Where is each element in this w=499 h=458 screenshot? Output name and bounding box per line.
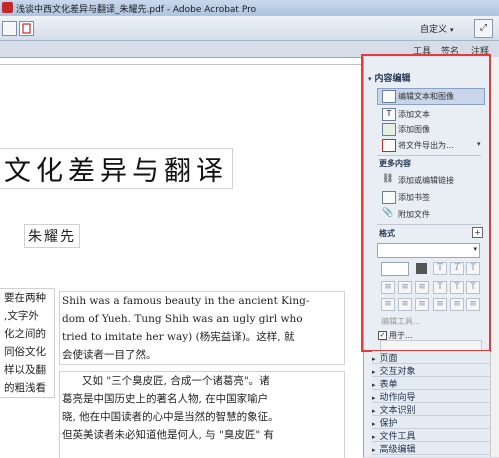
expand-triangle-icon: ▸ (372, 381, 376, 389)
para-line: Shih was a famous beauty in the ancient … (62, 295, 310, 307)
highlight-rectangle (361, 54, 491, 352)
page-top-border (0, 64, 363, 65)
para-line: 但英美读者未必知道他是何人, 与 "臭皮匠" 有 (62, 429, 275, 441)
section-forms[interactable]: ▸ 表单 (372, 377, 490, 390)
expand-triangle-icon: ▸ (372, 446, 376, 454)
red-doc-icon (22, 23, 31, 34)
section-text-recognition[interactable]: ▸ 文本识别 (372, 403, 490, 416)
expand-triangle-icon: ▸ (372, 407, 376, 415)
form-tool-icon[interactable] (19, 21, 34, 36)
expand-triangle-icon: ▸ (372, 433, 376, 441)
section-pages[interactable]: ▸ 页面 (372, 351, 490, 364)
para-line: 晓, 他在中国读者的心中是当然的智慧的象征。 (62, 411, 279, 423)
toolbar: 自定义 ▾ ⤢ (0, 16, 499, 41)
section-advanced-edit[interactable]: ▸ 高级编辑 (372, 442, 490, 455)
customize-dropdown[interactable]: 自定义 ▾ (420, 22, 454, 35)
left-line: 样以及翻 (4, 364, 46, 376)
paragraph-2[interactable]: 又如 "三个臭皮匠, 合成一个诸葛亮"。诸 葛亮是中国历史上的著名人物, 在中国… (59, 371, 345, 458)
chevron-down-icon: ▾ (450, 26, 454, 34)
left-line: 文字外, (4, 310, 39, 322)
expand-triangle-icon: ▸ (372, 394, 376, 402)
expand-triangle-icon: ▸ (372, 420, 376, 428)
expand-icon[interactable]: ⤢ (474, 19, 493, 38)
paragraph-1[interactable]: Shih was a famous beauty in the ancient … (59, 291, 345, 365)
para-line: 又如 "三个臭皮匠, 合成一个诸葛亮"。诸 (82, 375, 270, 387)
left-line: 同俗文化 (4, 346, 46, 358)
section-action-wizard[interactable]: ▸ 动作向导 (372, 390, 490, 403)
edit-tool-icon[interactable] (2, 21, 17, 36)
section-file-tools[interactable]: ▸ 文件工具 (372, 429, 490, 442)
document-view[interactable]: 文化差异与翻译 朱耀先 要在两种 文字外, 化之间的 同俗文化 样以及翻 的粗浅… (0, 57, 363, 458)
document-title[interactable]: 文化差异与翻译 (0, 148, 233, 189)
para-line: 葛亮是中国历史上的著名人物, 在中国家喻户 (62, 393, 269, 405)
left-column-text[interactable]: 要在两种 文字外, 化之间的 同俗文化 样以及翻 的粗浅看 (0, 288, 55, 398)
acrobat-icon (2, 2, 13, 13)
customize-label: 自定义 (420, 25, 448, 35)
left-line: 的粗浅看 (4, 382, 46, 394)
expand-triangle-icon: ▸ (372, 368, 376, 376)
section-protection[interactable]: ▸ 保护 (372, 416, 490, 429)
document-author[interactable]: 朱耀先 (24, 224, 80, 248)
expand-triangle-icon: ▸ (372, 355, 376, 363)
para-line: dom of Yueh. Tung Shih was an ugly girl … (62, 313, 303, 325)
left-line: 化之间的 (4, 328, 46, 340)
left-line: 要在两种 (4, 292, 46, 304)
panel-scrollbar[interactable] (490, 57, 499, 457)
window-title: 浅谈中西文化差异与翻译_朱耀先.pdf - Adobe Acrobat Pro (16, 5, 257, 15)
section-interactive[interactable]: ▸ 交互对象 (372, 364, 490, 377)
para-line: tried to imitate her way) (杨宪益译)。这样, 就 (62, 331, 295, 343)
para-line: 会使读者一目了然。 (62, 349, 157, 361)
title-bar: 浅谈中西文化差异与翻译_朱耀先.pdf - Adobe Acrobat Pro (0, 0, 499, 16)
